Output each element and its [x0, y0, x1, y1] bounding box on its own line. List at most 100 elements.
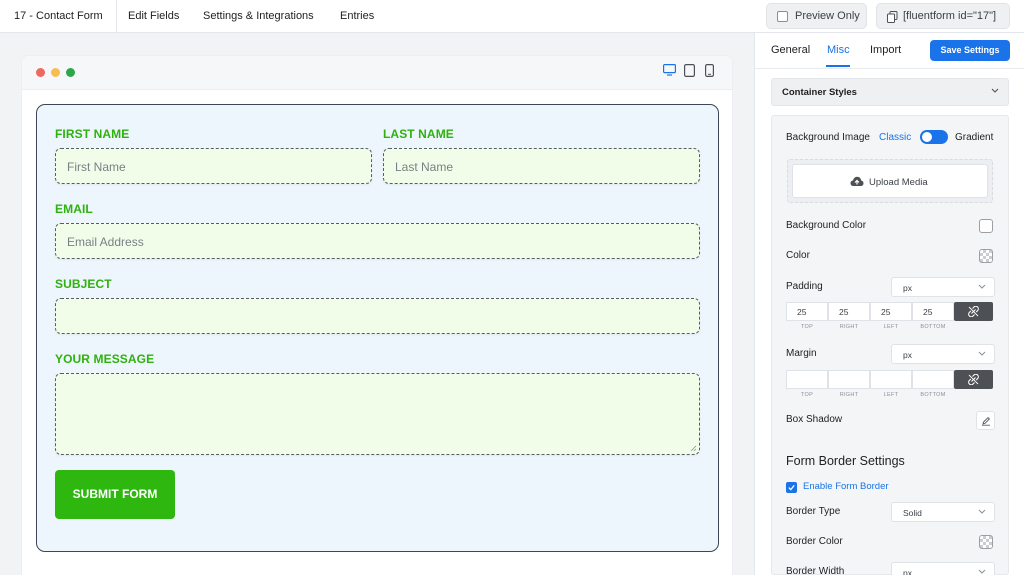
- upload-media-label: Upload Media: [869, 177, 928, 188]
- padding-bottom-caption: BOTTOM: [920, 324, 946, 330]
- first-name-placeholder: First Name: [67, 160, 126, 174]
- chevron-down-icon: [978, 351, 986, 356]
- padding-unit-select[interactable]: px: [891, 277, 995, 297]
- margin-label: Margin: [786, 348, 817, 359]
- unlink-icon: [968, 374, 979, 385]
- contact-form: FIRST NAME First Name LAST NAME Last Nam…: [36, 104, 719, 552]
- nav-edit-fields[interactable]: Edit Fields: [128, 10, 179, 22]
- save-settings-button[interactable]: Save Settings: [930, 40, 1010, 61]
- padding-link-button[interactable]: [954, 302, 993, 321]
- padding-top-caption: TOP: [800, 324, 814, 330]
- check-icon: [788, 484, 795, 491]
- pencil-icon: [982, 416, 991, 426]
- close-dot: [36, 68, 45, 77]
- resize-handle-icon[interactable]: [690, 445, 697, 452]
- first-name-label: FIRST NAME: [55, 127, 130, 141]
- margin-left-input[interactable]: [870, 370, 912, 389]
- margin-unit-select[interactable]: px: [891, 344, 995, 364]
- color-label: Color: [786, 250, 810, 261]
- border-type-label: Border Type: [786, 506, 841, 517]
- container-styles-panel: Background Image Classic Gradient Upload…: [771, 115, 1009, 575]
- background-color-label: Background Color: [786, 220, 867, 231]
- classic-option[interactable]: Classic: [879, 132, 911, 143]
- padding-left-input[interactable]: 25: [870, 302, 912, 321]
- shortcode-copy-button[interactable]: [fluentform id="17"]: [876, 3, 1010, 29]
- preview-only-label: Preview Only: [795, 10, 860, 22]
- margin-right-input[interactable]: [828, 370, 870, 389]
- margin-bottom-input[interactable]: [912, 370, 954, 389]
- mobile-icon[interactable]: [705, 64, 714, 77]
- padding-left-caption: LEFT: [883, 324, 899, 330]
- border-color-label: Border Color: [786, 536, 843, 547]
- enable-form-border-label[interactable]: Enable Form Border: [803, 481, 889, 492]
- color-swatch[interactable]: [979, 249, 993, 263]
- copy-icon: [887, 11, 898, 23]
- padding-right-value: 25: [839, 307, 849, 317]
- padding-unit-value: px: [903, 283, 912, 293]
- chevron-down-icon: [978, 284, 986, 289]
- divider: [116, 0, 117, 33]
- form-border-settings-title: Form Border Settings: [786, 454, 905, 468]
- message-label: YOUR MESSAGE: [55, 352, 155, 366]
- form-title: 17 - Contact Form: [14, 10, 103, 22]
- subject-label: SUBJECT: [55, 277, 112, 291]
- last-name-placeholder: Last Name: [395, 160, 454, 174]
- padding-label: Padding: [786, 281, 823, 292]
- border-type-value: Solid: [903, 508, 922, 518]
- nav-entries[interactable]: Entries: [340, 10, 374, 22]
- last-name-label: LAST NAME: [383, 127, 454, 141]
- padding-bottom-input[interactable]: 25: [912, 302, 954, 321]
- settings-panel: General Misc Import Save Settings Contai…: [754, 33, 1024, 575]
- email-placeholder: Email Address: [67, 235, 144, 249]
- submit-form-label: SUBMIT FORM: [72, 487, 158, 501]
- upload-media-button[interactable]: Upload Media: [792, 164, 988, 198]
- subject-input[interactable]: [55, 298, 700, 334]
- email-input[interactable]: Email Address: [55, 223, 700, 259]
- background-color-swatch[interactable]: [979, 219, 993, 233]
- checkbox-icon[interactable]: [777, 11, 788, 22]
- enable-form-border-checkbox[interactable]: [786, 482, 797, 493]
- nav-settings-integrations[interactable]: Settings & Integrations: [203, 10, 314, 22]
- preview-only-toggle[interactable]: Preview Only: [766, 3, 867, 29]
- border-color-swatch[interactable]: [979, 535, 993, 549]
- background-image-label: Background Image: [786, 132, 870, 143]
- padding-top-input[interactable]: 25: [786, 302, 828, 321]
- first-name-input[interactable]: First Name: [55, 148, 372, 184]
- padding-right-input[interactable]: 25: [828, 302, 870, 321]
- margin-right-caption: RIGHT: [839, 392, 859, 398]
- message-textarea[interactable]: [55, 373, 700, 455]
- last-name-input[interactable]: Last Name: [383, 148, 700, 184]
- container-styles-label: Container Styles: [782, 87, 857, 98]
- tab-misc[interactable]: Misc: [827, 44, 850, 56]
- padding-top-value: 25: [797, 307, 807, 317]
- tablet-icon[interactable]: [684, 64, 695, 77]
- unlink-icon: [968, 306, 979, 317]
- upload-dropzone[interactable]: Upload Media: [787, 159, 993, 203]
- chevron-down-icon: [978, 569, 986, 574]
- tab-import[interactable]: Import: [870, 44, 901, 56]
- desktop-icon[interactable]: [663, 64, 676, 76]
- gradient-option[interactable]: Gradient: [955, 132, 993, 143]
- margin-top-input[interactable]: [786, 370, 828, 389]
- margin-top-caption: TOP: [800, 392, 814, 398]
- border-type-select[interactable]: Solid: [891, 502, 995, 522]
- tab-general[interactable]: General: [771, 44, 810, 56]
- email-label: EMAIL: [55, 202, 93, 216]
- border-width-unit-select[interactable]: px: [891, 562, 995, 575]
- box-shadow-label: Box Shadow: [786, 414, 843, 425]
- margin-link-button[interactable]: [954, 370, 993, 389]
- background-type-toggle[interactable]: [920, 130, 948, 144]
- padding-left-value: 25: [881, 307, 891, 317]
- chevron-down-icon: [978, 509, 986, 514]
- divider: [755, 68, 1024, 69]
- border-width-label: Border Width: [786, 566, 845, 575]
- maximize-dot: [66, 68, 75, 77]
- box-shadow-edit-button[interactable]: [976, 411, 995, 430]
- container-styles-accordion[interactable]: Container Styles: [771, 78, 1009, 106]
- shortcode-label: [fluentform id="17"]: [903, 10, 997, 22]
- margin-bottom-caption: BOTTOM: [920, 392, 946, 398]
- top-bar: 17 - Contact Form Edit Fields Settings &…: [0, 0, 1024, 33]
- active-tab-indicator: [826, 65, 850, 67]
- minimize-dot: [51, 68, 60, 77]
- submit-form-button[interactable]: SUBMIT FORM: [55, 470, 175, 519]
